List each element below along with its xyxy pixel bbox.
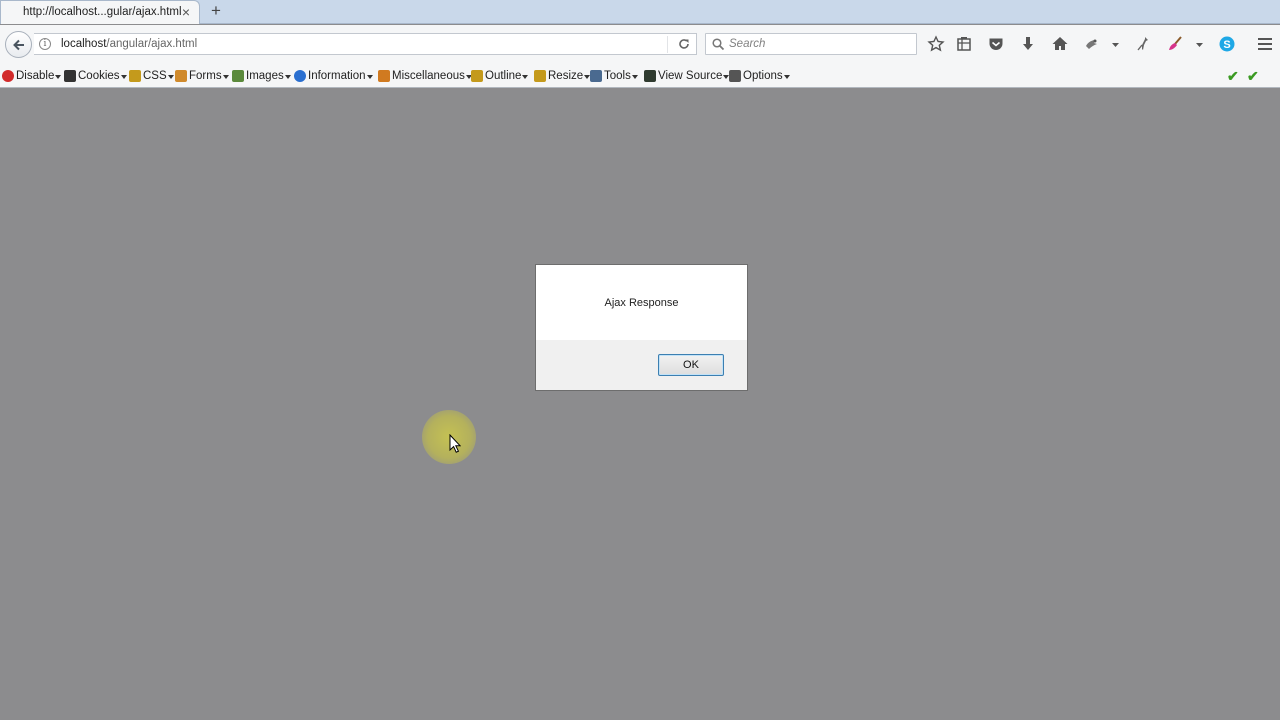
search-icon	[712, 38, 725, 51]
devbar-item-label: Options	[743, 70, 783, 82]
navigation-bar: i localhost/angular/ajax.html Search S	[0, 25, 1280, 63]
home-icon[interactable]	[1051, 35, 1069, 53]
devbar-images-menu[interactable]: Images	[232, 68, 291, 84]
skype-icon[interactable]: S	[1218, 35, 1236, 53]
caret-down-icon	[366, 74, 373, 79]
tools-icon	[590, 70, 602, 82]
url-divider	[667, 36, 668, 53]
svg-text:S: S	[1223, 39, 1230, 51]
search-bar[interactable]: Search	[705, 33, 917, 55]
forms-icon	[175, 70, 187, 82]
caret-down-icon	[120, 74, 127, 79]
url-host: localhost	[61, 38, 107, 50]
devbar-resize-menu[interactable]: Resize	[534, 68, 591, 84]
alert-footer: OK	[536, 340, 747, 390]
hamburger-menu-icon[interactable]	[1256, 35, 1274, 53]
options-icon	[729, 70, 741, 82]
images-icon	[232, 70, 244, 82]
url-text[interactable]: localhost/angular/ajax.html	[61, 38, 197, 50]
dropdown-icon[interactable]	[1107, 35, 1125, 53]
broom-icon[interactable]	[1166, 35, 1184, 53]
resize-icon	[534, 70, 546, 82]
devbar-item-label: Resize	[548, 70, 584, 82]
devbar-item-label: Outline	[485, 70, 522, 82]
caret-down-icon	[284, 74, 291, 79]
devbar-item-label: CSS	[143, 70, 167, 82]
caret-down-icon	[522, 74, 529, 79]
caret-down-icon	[783, 74, 790, 79]
devbar-information-menu[interactable]: Information	[294, 68, 373, 84]
tab-title: http://localhost...gular/ajax.html	[23, 6, 182, 18]
download-icon[interactable]	[1019, 35, 1037, 53]
alert-dialog: Ajax Response OK	[535, 264, 748, 391]
url-path: /angular/ajax.html	[106, 38, 198, 50]
url-bar[interactable]: i localhost/angular/ajax.html	[34, 33, 697, 55]
devbar-item-label: Miscellaneous	[392, 70, 465, 82]
reading-list-icon[interactable]	[955, 35, 973, 53]
check-icon[interactable]: ✔	[1247, 68, 1259, 85]
pocket-icon[interactable]	[987, 35, 1005, 53]
devbar-item-label: Disable	[16, 70, 55, 82]
css-icon	[129, 70, 141, 82]
devbar-css-menu[interactable]: CSS	[129, 68, 174, 84]
devbar-forms-menu[interactable]: Forms	[175, 68, 229, 84]
alert-message: Ajax Response	[604, 297, 679, 309]
cookies-icon	[64, 70, 76, 82]
back-button[interactable]	[5, 31, 32, 58]
info-icon[interactable]: i	[39, 38, 51, 50]
devbar-item-label: Tools	[604, 70, 631, 82]
page-content-overlay	[0, 89, 1280, 720]
ok-button[interactable]: OK	[658, 354, 724, 376]
reload-icon[interactable]	[677, 37, 691, 54]
check-icon[interactable]: ✔	[1227, 68, 1239, 85]
search-placeholder: Search	[729, 38, 766, 50]
browser-tab[interactable]: http://localhost...gular/ajax.html ×	[0, 0, 200, 24]
extension-icon[interactable]	[1083, 35, 1101, 53]
dropdown-icon[interactable]	[1191, 35, 1209, 53]
new-tab-icon[interactable]: +	[208, 2, 224, 20]
devbar-cookies-menu[interactable]: Cookies	[64, 68, 127, 84]
mouse-cursor-icon	[449, 434, 461, 453]
devbar-item-label: Images	[246, 70, 284, 82]
caret-down-icon	[222, 74, 229, 79]
devbar-item-label: View Source	[658, 70, 723, 82]
devbar-item-label: Forms	[189, 70, 222, 82]
tab-strip: http://localhost...gular/ajax.html × +	[0, 0, 1280, 24]
devbar-item-label: Information	[308, 70, 366, 82]
pin-icon[interactable]	[1134, 35, 1152, 53]
back-arrow-icon	[13, 39, 24, 51]
bookmark-star-icon[interactable]	[927, 35, 945, 53]
devbar-outline-menu[interactable]: Outline	[471, 68, 529, 84]
view-source-icon	[644, 70, 656, 82]
miscellaneous-icon	[378, 70, 390, 82]
devbar-view-source-menu[interactable]: View Source	[644, 68, 730, 84]
devbar-miscellaneous-menu[interactable]: Miscellaneous	[378, 68, 472, 84]
devbar-item-label: Cookies	[78, 70, 120, 82]
devbar-tools-menu[interactable]: Tools	[590, 68, 638, 84]
outline-icon	[471, 70, 483, 82]
close-tab-icon[interactable]: ×	[182, 4, 190, 20]
caret-down-icon	[55, 74, 62, 79]
disable-icon	[2, 70, 14, 82]
devbar-disable-menu[interactable]: Disable	[2, 68, 62, 84]
devbar-options-menu[interactable]: Options	[729, 68, 790, 84]
caret-down-icon	[631, 74, 638, 79]
information-icon	[294, 70, 306, 82]
caret-down-icon	[167, 74, 174, 79]
